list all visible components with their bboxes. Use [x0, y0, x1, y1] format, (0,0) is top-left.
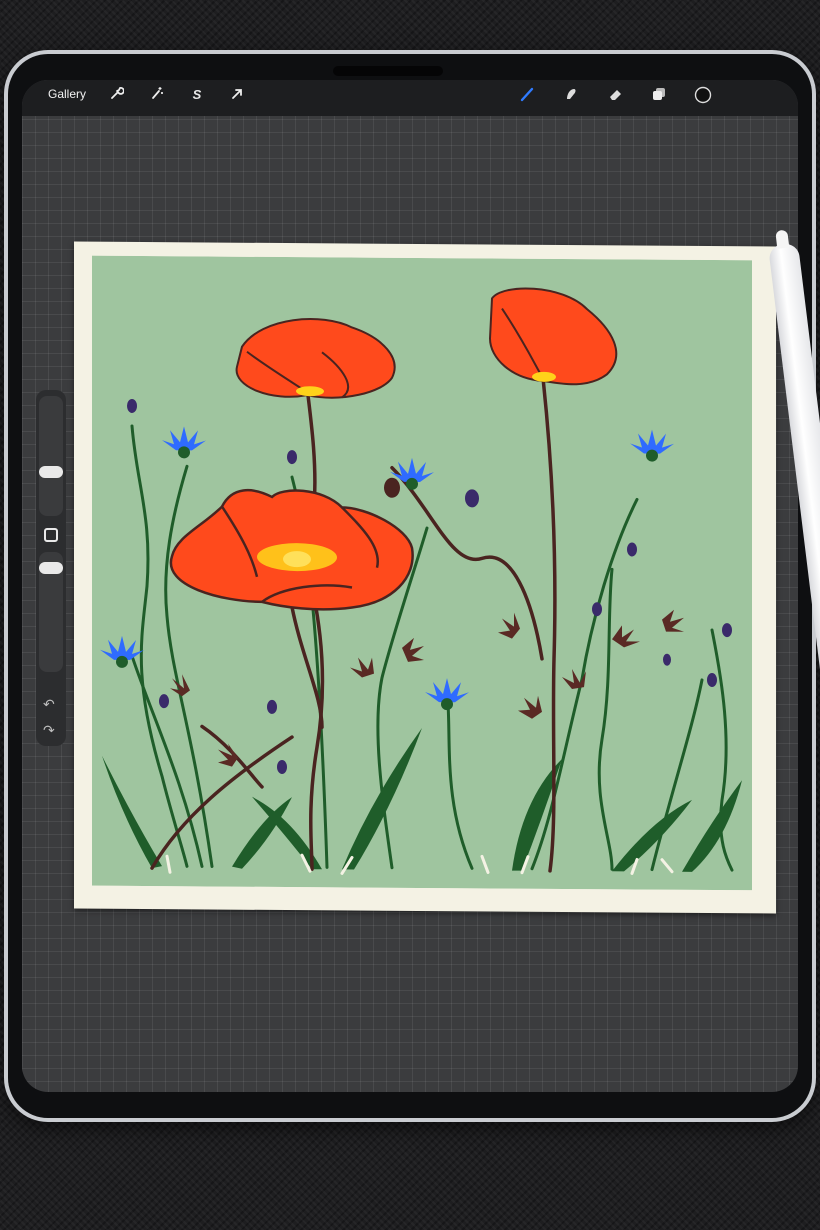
- transform-arrow-icon[interactable]: [228, 86, 246, 104]
- wrench-icon[interactable]: [108, 86, 126, 104]
- bud: [267, 699, 277, 714]
- brush-icon[interactable]: [518, 86, 536, 104]
- ipad-bezel: Gallery S ↶ ↷: [8, 54, 812, 1118]
- bud: [287, 450, 297, 465]
- ipad-device: Gallery S ↶ ↷: [4, 50, 816, 1122]
- front-camera: [333, 66, 443, 76]
- brush-size-knob[interactable]: [39, 466, 63, 478]
- bud: [127, 398, 137, 413]
- bud: [384, 477, 400, 498]
- magic-wand-icon[interactable]: [148, 86, 166, 104]
- opacity-slider[interactable]: [39, 552, 63, 672]
- bud: [707, 673, 717, 688]
- brush-size-slider[interactable]: [39, 396, 63, 516]
- bud: [159, 694, 169, 709]
- undo-icon[interactable]: ↶: [43, 696, 55, 713]
- artwork-canvas[interactable]: [74, 241, 776, 914]
- opacity-knob[interactable]: [39, 562, 63, 574]
- smudge-icon[interactable]: [562, 86, 580, 104]
- bud: [277, 760, 287, 775]
- modify-button[interactable]: [44, 528, 58, 542]
- eraser-icon[interactable]: [606, 86, 624, 104]
- bud: [722, 623, 732, 638]
- color-picker-icon[interactable]: [694, 86, 712, 104]
- selection-icon[interactable]: S: [188, 86, 206, 104]
- bud: [627, 542, 637, 557]
- layers-icon[interactable]: [650, 86, 668, 104]
- left-sidebar: ↶ ↷: [36, 390, 66, 746]
- bud: [592, 602, 602, 617]
- poppy-cornflower-illustration: [92, 255, 752, 891]
- bud: [465, 489, 479, 508]
- bud: [663, 653, 671, 666]
- top-toolbar: Gallery S: [22, 80, 798, 116]
- gallery-button[interactable]: Gallery: [48, 87, 86, 101]
- redo-icon[interactable]: ↷: [43, 722, 55, 739]
- procreate-screen: Gallery S ↶ ↷: [22, 80, 798, 1092]
